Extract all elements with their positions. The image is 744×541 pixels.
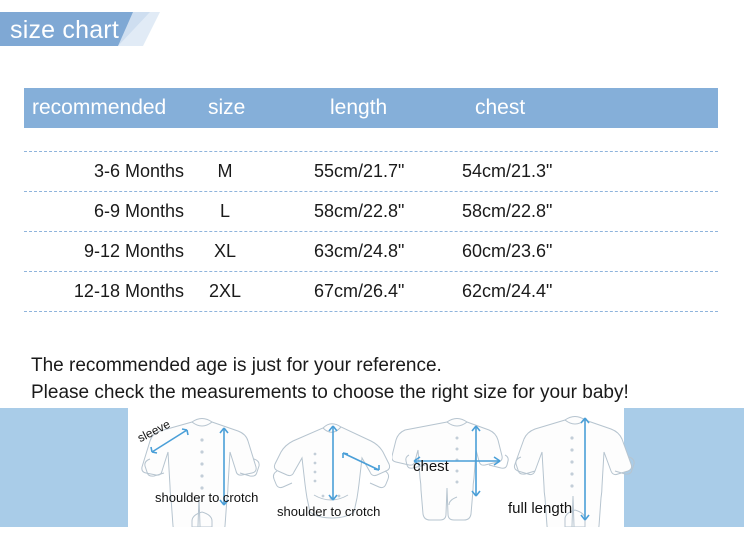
figure-label-shoulder-to-crotch: shoulder to crotch xyxy=(277,504,381,519)
cell-size: M xyxy=(217,161,233,181)
column-header-recommended: recommended xyxy=(32,96,167,119)
size-note: The recommended age is just for your ref… xyxy=(31,352,721,406)
figure-label-chest: chest xyxy=(413,458,449,475)
figure-label-full-length: full length xyxy=(508,500,573,517)
cell-size: L xyxy=(219,201,230,221)
cell-length: 67cm/26.4" xyxy=(314,281,405,301)
table-row: 6-9 Months L 58cm/22.8" 58cm/22.8" xyxy=(24,192,718,231)
garment-outline-icon xyxy=(392,418,509,521)
cell-size: 2XL xyxy=(208,281,242,301)
cell-recommended: 3-6 Months xyxy=(93,161,184,181)
cell-chest: 60cm/23.6" xyxy=(462,241,553,261)
cell-length: 55cm/21.7" xyxy=(314,161,405,181)
cell-recommended: 6-9 Months xyxy=(93,201,184,221)
measurement-illustration-box: sleeve shoulder to crotch shoulder to cr… xyxy=(128,408,635,527)
table-row: 9-12 Months XL 63cm/24.8" 60cm/23.6" xyxy=(24,232,718,271)
figure-label-shoulder-to-crotch: shoulder to crotch xyxy=(155,490,259,505)
note-line-2: Please check the measurements to choose … xyxy=(31,382,629,403)
column-header-length: length xyxy=(330,96,388,119)
cell-chest: 54cm/21.3" xyxy=(462,161,553,181)
figure-footed-romper-full-length: full length xyxy=(505,408,645,527)
note-line-1: The recommended age is just for your ref… xyxy=(31,355,442,376)
cell-size: XL xyxy=(213,241,237,261)
cell-chest: 58cm/22.8" xyxy=(462,201,553,221)
figure-short-sleeve-romper: chest xyxy=(392,408,522,527)
figure-long-sleeve-bodysuit: shoulder to crotch xyxy=(261,408,401,527)
row-divider xyxy=(24,311,718,312)
cell-chest: 62cm/24.4" xyxy=(462,281,553,301)
column-header-size: size xyxy=(208,96,246,119)
table-row: 12-18 Months 2XL 67cm/26.4" 62cm/24.4" xyxy=(24,272,718,311)
size-chart-table: recommended size length chest 3-6 Months… xyxy=(24,88,718,312)
table-row: 3-6 Months M 55cm/21.7" 54cm/21.3" xyxy=(24,152,718,191)
cell-length: 58cm/22.8" xyxy=(314,201,405,221)
table-body: 3-6 Months M 55cm/21.7" 54cm/21.3" 6-9 M… xyxy=(24,128,718,312)
size-chart-banner: size chart xyxy=(0,12,160,46)
cell-recommended: 9-12 Months xyxy=(83,241,184,261)
cell-recommended: 12-18 Months xyxy=(73,281,184,301)
table-header-row: recommended size length chest xyxy=(24,88,718,128)
page-title: size chart xyxy=(10,16,119,44)
column-header-chest: chest xyxy=(475,96,526,119)
figure-long-sleeve-footed-romper: sleeve shoulder to crotch xyxy=(132,408,272,527)
measurement-illustration-band: sleeve shoulder to crotch shoulder to cr… xyxy=(0,408,744,527)
cell-length: 63cm/24.8" xyxy=(314,241,405,261)
